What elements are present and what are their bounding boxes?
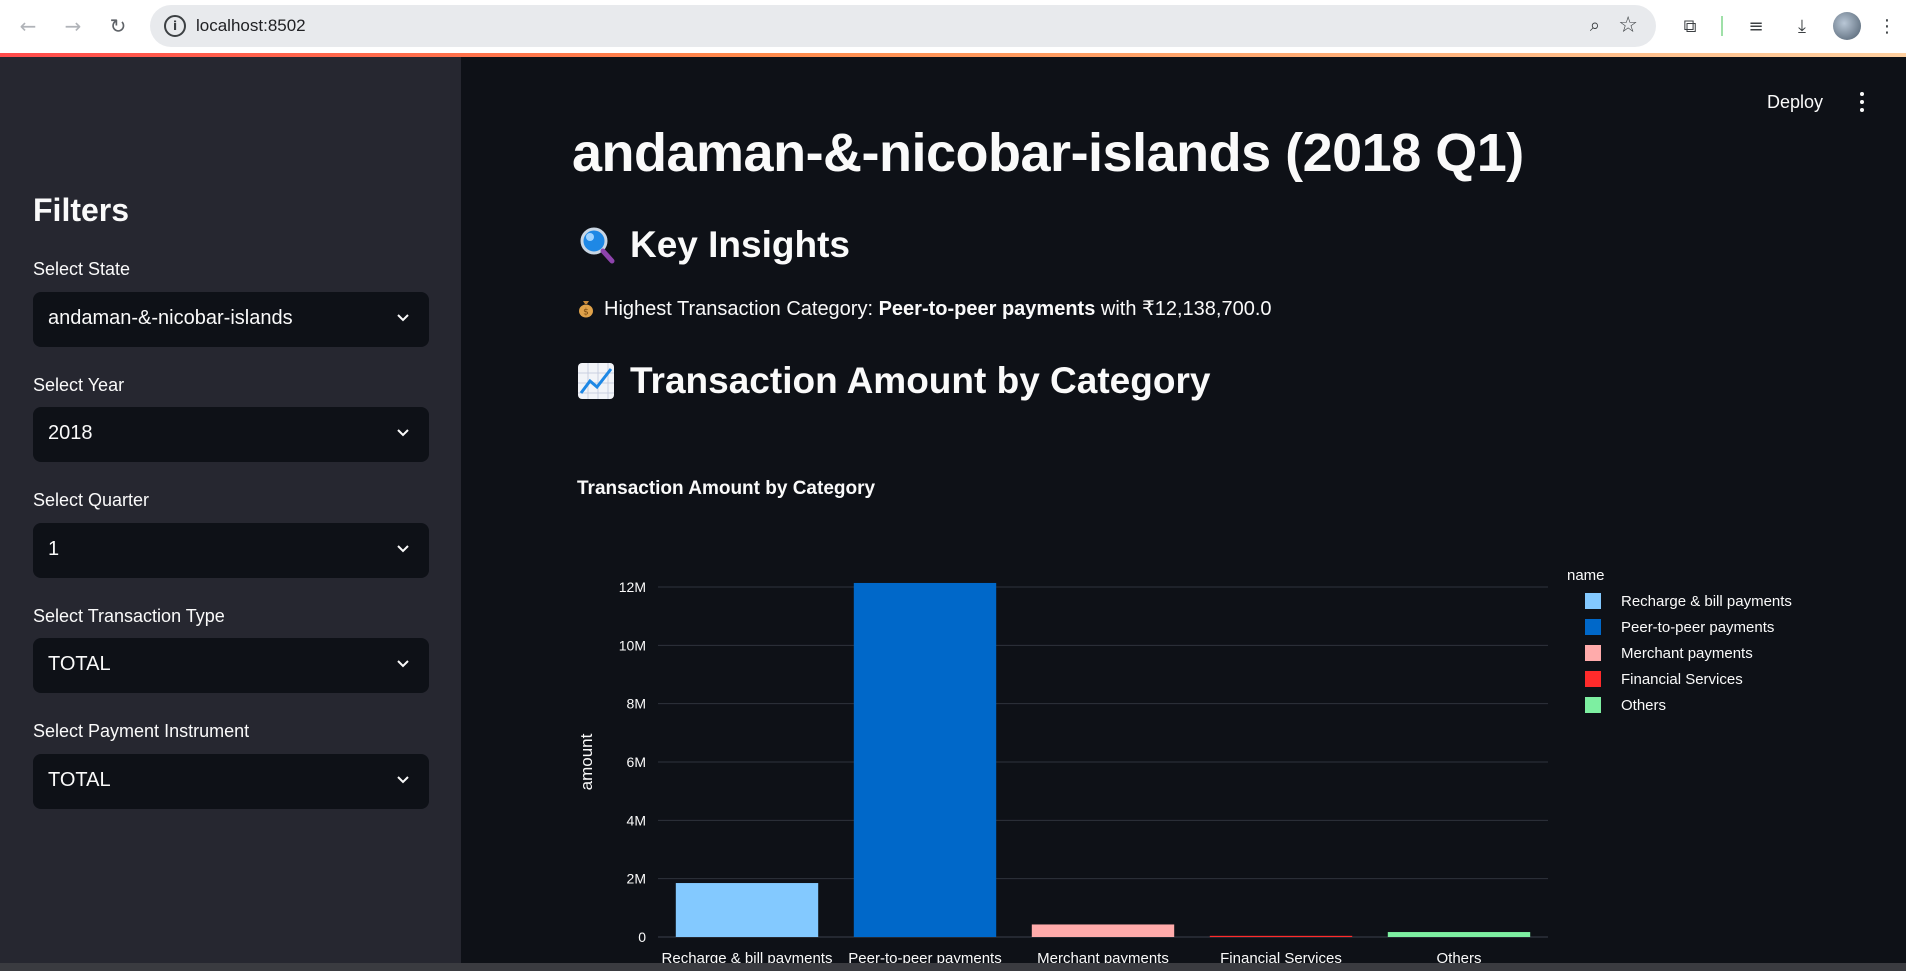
legend-item-label: Others [1621, 697, 1666, 714]
sidebar-heading: Filters [33, 192, 130, 228]
window-bottom-edge [0, 963, 1906, 971]
year-select-value: 2018 [48, 422, 93, 444]
chevron-down-icon [397, 660, 409, 668]
year-select[interactable]: 2018 [33, 407, 429, 462]
insight-text: $ Highest Transaction Category: Peer-to-… [576, 296, 1272, 321]
legend-item-label: Merchant payments [1621, 645, 1753, 662]
legend-item-label: Peer-to-peer payments [1621, 619, 1774, 636]
state-label: Select State [33, 259, 131, 279]
transaction-type-select[interactable]: TOTAL [33, 638, 429, 693]
quarter-label: Select Quarter [33, 490, 150, 510]
bar [1209, 935, 1353, 937]
y-tick-label: 10M [619, 637, 646, 653]
insights-heading: Key Insights [576, 224, 850, 266]
zoom-icon[interactable]: ⌕ [1590, 15, 1600, 36]
reload-icon[interactable]: ↻ [104, 12, 132, 40]
address-bar[interactable]: i localhost:8502 ⌕ ☆ [150, 5, 1656, 47]
legend-item-label: Recharge & bill payments [1621, 593, 1792, 610]
y-tick-label: 0 [638, 929, 646, 945]
site-info-icon[interactable]: i [164, 15, 186, 37]
year-label: Select Year [33, 375, 125, 395]
y-axis-label: amount [577, 733, 596, 790]
app-menu-icon[interactable] [1860, 92, 1866, 116]
transaction-type-label: Select Transaction Type [33, 606, 225, 626]
legend-swatch [1585, 619, 1601, 635]
browser-toolbar: ← → ↻ i localhost:8502 ⌕ ☆ ⧉ ≡ ⤓ ⋮ [0, 0, 1906, 54]
bar [1387, 932, 1531, 937]
y-tick-label: 8M [627, 696, 646, 712]
profile-avatar[interactable] [1833, 12, 1861, 40]
state-select-value: andaman-&-nicobar-islands [48, 307, 293, 329]
url-text[interactable]: localhost:8502 [196, 16, 306, 36]
chart-section-heading-text: Transaction Amount by Category [630, 360, 1211, 401]
chart-title: Transaction Amount by Category [577, 478, 876, 499]
payment-instrument-select-value: TOTAL [48, 769, 111, 791]
bar [853, 582, 997, 937]
quarter-select[interactable]: 1 [33, 523, 429, 578]
magnifier-icon [580, 227, 615, 264]
insight-category: Peer-to-peer payments [878, 298, 1096, 320]
deploy-button[interactable]: Deploy [1767, 92, 1823, 113]
legend-swatch [1585, 697, 1601, 713]
money-bag-icon: $ [579, 301, 593, 318]
payment-instrument-label: Select Payment Instrument [33, 721, 250, 741]
extensions-icon[interactable]: ⧉ [1676, 12, 1704, 40]
legend-item-label: Financial Services [1621, 671, 1743, 688]
page-title: andaman-&-nicobar-islands (2018 Q1) [572, 123, 1524, 183]
bookmark-star-icon[interactable]: ☆ [1618, 13, 1638, 38]
transaction-type-select-value: TOTAL [48, 653, 111, 675]
quarter-select-value: 1 [48, 538, 60, 560]
download-icon[interactable]: ⤓ [1788, 12, 1816, 40]
chart-section-heading: Transaction Amount by Category [576, 360, 1210, 402]
insight-prefix: Highest Transaction Category: [604, 298, 879, 320]
bar [1031, 924, 1175, 937]
legend-swatch [1585, 671, 1601, 687]
forward-icon[interactable]: → [59, 12, 87, 40]
toolbar-divider [1721, 16, 1723, 36]
y-tick-label: 12M [619, 579, 646, 595]
legend-title: name [1567, 567, 1605, 584]
bar [675, 883, 819, 937]
insights-heading-text: Key Insights [630, 224, 850, 265]
y-tick-label: 4M [627, 812, 646, 828]
browser-menu-icon[interactable]: ⋮ [1873, 12, 1901, 40]
y-tick-label: 6M [627, 754, 646, 770]
state-select[interactable]: andaman-&-nicobar-islands [33, 292, 429, 347]
chevron-down-icon [397, 776, 409, 784]
chevron-down-icon [397, 429, 409, 437]
chevron-down-icon [397, 314, 409, 322]
back-icon[interactable]: ← [14, 12, 42, 40]
chevron-down-icon [397, 545, 409, 553]
chart-increasing-icon [578, 363, 614, 399]
legend-swatch [1585, 593, 1601, 609]
y-tick-label: 2M [627, 871, 646, 887]
legend-swatch [1585, 645, 1601, 661]
insight-suffix: with ₹12,138,700.0 [1095, 298, 1272, 320]
payment-instrument-select[interactable]: TOTAL [33, 754, 429, 809]
svg-text:$: $ [583, 308, 589, 318]
media-queue-icon[interactable]: ≡ [1742, 12, 1770, 40]
